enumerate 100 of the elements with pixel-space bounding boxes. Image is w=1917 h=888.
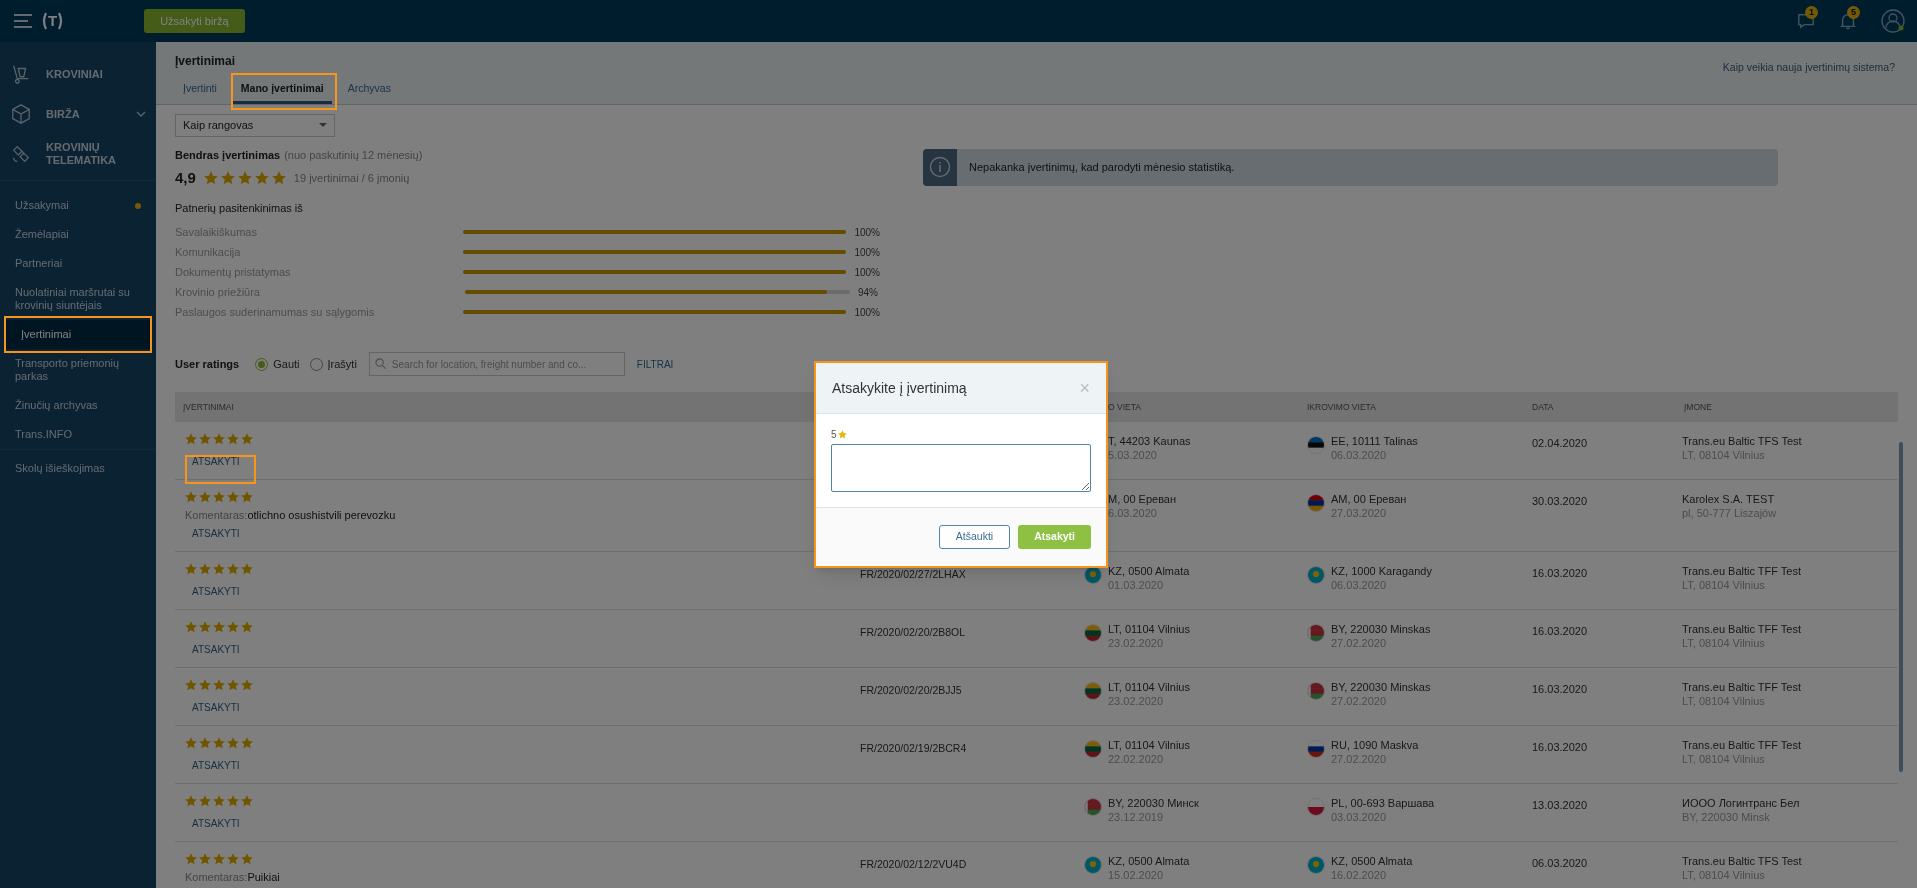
scrollbar-thumb[interactable] — [1899, 442, 1903, 772]
company-name: Karolex S.A. TEST — [1682, 492, 1776, 506]
freight-number: FR/2020/02/20/2BJJ5 — [860, 684, 962, 696]
star-icon — [199, 433, 211, 445]
help-link[interactable]: Kaip veikia nauja įvertinimų sistema? — [1722, 60, 1895, 76]
radio-label[interactable]: Įrašyti — [327, 355, 357, 373]
place-name: RU, 1090 Maskva — [1331, 738, 1419, 752]
user-ratings-label: User ratings — [175, 356, 240, 372]
star-icon — [241, 737, 253, 749]
caret-icon — [319, 123, 327, 127]
flag-icon — [1307, 566, 1325, 584]
star-icon — [185, 563, 197, 575]
flag-icon — [1084, 740, 1102, 758]
column-header: ĮMONE — [1684, 401, 1712, 412]
reply-link[interactable]: ATSAKYTI — [185, 452, 247, 470]
chevron-down-icon[interactable] — [136, 111, 146, 117]
sidebar-item[interactable]: Skolų išieškojimas — [0, 454, 156, 483]
star-icon — [213, 491, 225, 503]
search-icon — [374, 358, 386, 369]
sidebar-item[interactable]: Žinučių archyvas — [0, 391, 156, 420]
date-cell: 06.03.2020 — [1532, 857, 1588, 869]
filters-link[interactable]: FILTRAI — [636, 356, 674, 372]
tab[interactable]: Mano įvertinimai — [232, 77, 332, 104]
star-icon — [185, 491, 197, 503]
star-icon — [199, 853, 211, 865]
flag-icon — [1084, 856, 1102, 874]
star-icon — [241, 433, 253, 445]
highlight-frame — [185, 455, 256, 484]
reply-link[interactable]: ATSAKYTI — [185, 756, 247, 774]
sidebar-item[interactable]: Žemėlapiai — [0, 220, 156, 249]
place-name: BY, 220030 Minskas — [1331, 680, 1431, 694]
nav-section-link[interactable]: KROVINIAI — [46, 67, 136, 81]
reply-link[interactable]: ATSAKYTI — [185, 524, 247, 542]
order-exchange-button[interactable]: Užsakyti biržą — [144, 9, 245, 33]
role-dropdown[interactable]: Kaip rangovas — [175, 113, 335, 137]
sidebar-item[interactable]: Partneriai — [0, 249, 156, 278]
satellite-icon — [10, 143, 32, 165]
freight-number: FR/2020/02/12/2VU4D — [860, 858, 967, 870]
message-count-badge: 1 — [1805, 6, 1818, 19]
star-icon — [241, 563, 253, 575]
star-icon — [199, 737, 211, 749]
company-name: Trans.eu Baltic TFS Test — [1682, 434, 1803, 448]
star-icon — [241, 795, 253, 807]
reply-link[interactable]: ATSAKYTI — [185, 814, 247, 832]
criterion-percent: 100% — [854, 265, 880, 280]
comment-label: Komentaras: — [185, 507, 248, 523]
page-title: Įvertinimai — [175, 53, 236, 70]
date-cell: 13.03.2020 — [1532, 799, 1588, 811]
sidebar-item[interactable]: Transporto priemonių parkas — [0, 349, 156, 391]
freight-number: FR/2020/02/19/2BCR4 — [860, 742, 967, 754]
column-header: IKROVIMO VIETA — [1307, 401, 1376, 412]
reply-link[interactable]: ATSAKYTI — [185, 640, 247, 658]
place-name: KZ, 0500 Almata — [1108, 854, 1190, 868]
radio-label[interactable]: Gauti — [273, 355, 300, 373]
comment-label: Komentaras: — [185, 869, 248, 885]
sidebar-item[interactable]: Užsakymai — [0, 191, 156, 220]
criterion-percent: 94% — [858, 285, 878, 300]
sidebar-item[interactable]: Įvertinimai — [6, 320, 150, 349]
logo[interactable]: T — [42, 9, 64, 33]
flag-icon — [1307, 624, 1325, 642]
star-icon — [227, 433, 239, 445]
company-name: Trans.eu Baltic TFF Test — [1682, 564, 1802, 578]
nav-section-link[interactable]: BIRŽA — [46, 107, 136, 121]
cancel-button[interactable]: Atšaukti — [938, 525, 1011, 549]
star-icon — [213, 563, 225, 575]
star-icon — [241, 679, 253, 691]
star-icon — [227, 491, 239, 503]
criterion-percent: 100% — [854, 245, 880, 260]
star-icon — [227, 795, 239, 807]
place-name: T, 44203 Kaunas — [1108, 434, 1191, 448]
sidebar-item[interactable]: Nuolatiniai maršrutai su krovinių siuntėjais — [0, 278, 156, 320]
close-button[interactable]: × — [1079, 379, 1090, 397]
reply-link[interactable]: ATSAKYTI — [185, 698, 247, 716]
star-icon — [837, 430, 847, 439]
tab[interactable]: Įvertinti — [175, 77, 225, 104]
star-icon — [185, 433, 197, 445]
submit-button[interactable]: Atsakyti — [1018, 525, 1091, 549]
date-cell: 02.04.2020 — [1532, 437, 1588, 449]
star-icon — [241, 491, 253, 503]
reply-text-area[interactable] — [831, 444, 1091, 492]
menu-icon[interactable] — [14, 14, 32, 28]
reply-link[interactable]: ATSAKYTI — [185, 582, 247, 600]
company-name: Trans.eu Baltic TFF Test — [1682, 622, 1802, 636]
flag-icon — [1307, 494, 1325, 512]
date-cell: 16.03.2020 — [1532, 625, 1588, 637]
tab[interactable]: Archyvas — [339, 77, 399, 104]
company-name: Trans.eu Baltic TFS Test — [1682, 854, 1803, 868]
flag-icon — [1084, 624, 1102, 642]
criterion-percent: 100% — [854, 225, 880, 240]
place-name: LT, 01104 Vilnius — [1108, 622, 1190, 636]
notification-count-badge: 5 — [1847, 6, 1860, 19]
user-avatar-icon[interactable] — [1881, 9, 1905, 33]
column-header: O VIETA — [1108, 401, 1141, 412]
place-name: KZ, 1000 Karagandy — [1331, 564, 1432, 578]
nav-section-link[interactable]: KROVINIŲ TELEMATIKA — [46, 141, 136, 167]
star-icon — [213, 621, 225, 633]
star-icon — [220, 171, 235, 186]
company-name: Trans.eu Baltic TFF Test — [1682, 738, 1802, 752]
overall-rating-label: Bendras įvertinimas — [175, 147, 281, 163]
place-name: M, 00 Ереван — [1108, 492, 1177, 506]
